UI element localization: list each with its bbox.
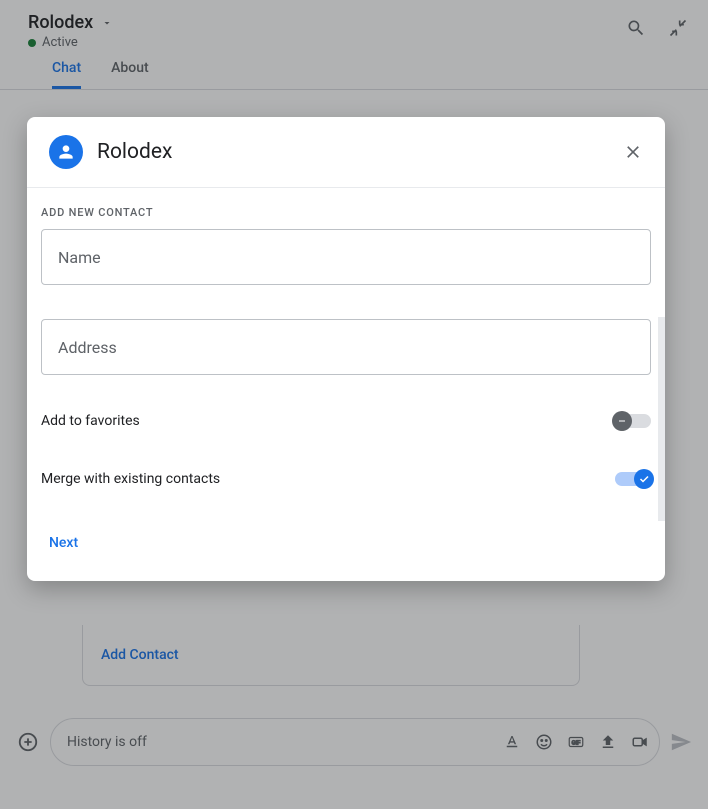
address-field[interactable] — [41, 319, 651, 375]
next-button[interactable]: Next — [41, 529, 86, 557]
merge-toggle[interactable] — [615, 472, 651, 486]
dialog: Rolodex ADD NEW CONTACT Add to favorites… — [27, 117, 665, 581]
favorites-label: Add to favorites — [41, 413, 140, 429]
dialog-body: ADD NEW CONTACT Add to favorites Merge w… — [27, 188, 665, 581]
dialog-title-wrap: Rolodex — [49, 135, 172, 169]
favorites-toggle-row: Add to favorites — [41, 413, 651, 429]
minus-icon — [612, 411, 632, 431]
dialog-title: Rolodex — [97, 140, 172, 164]
name-field[interactable] — [41, 229, 651, 285]
section-label: ADD NEW CONTACT — [41, 206, 651, 219]
close-icon[interactable] — [623, 142, 643, 162]
merge-toggle-row: Merge with existing contacts — [41, 471, 651, 487]
scrollbar[interactable] — [650, 317, 665, 521]
person-icon — [49, 135, 83, 169]
merge-label: Merge with existing contacts — [41, 471, 220, 487]
favorites-toggle[interactable] — [615, 414, 651, 428]
dialog-header: Rolodex — [27, 117, 665, 188]
